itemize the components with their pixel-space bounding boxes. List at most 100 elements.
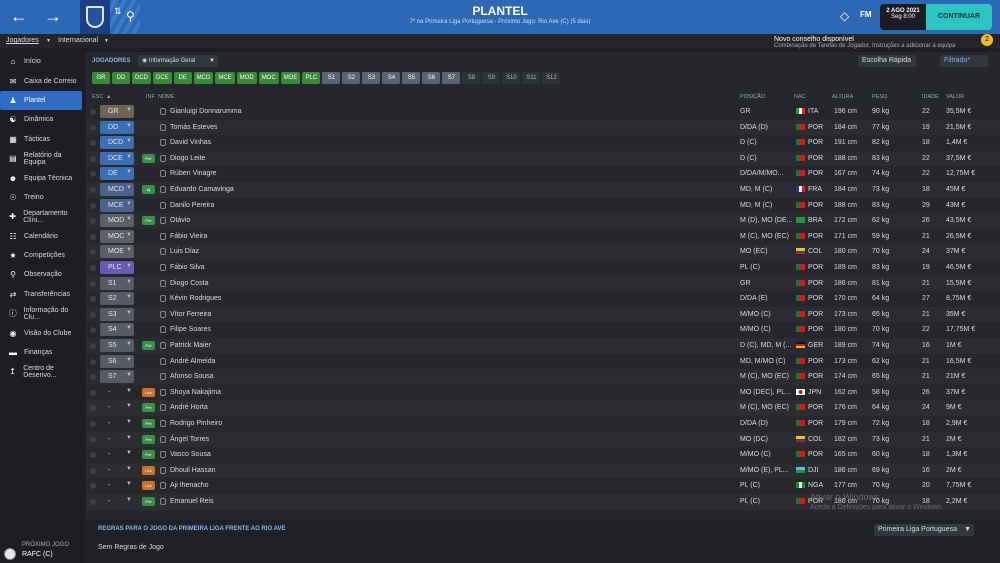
table-row[interactable]: - ▼ Lés Shoya Nakajima MO (DEC), PL... JPN 162…	[86, 384, 1000, 401]
player-name[interactable]: Rodrigo Pinheiro	[170, 420, 222, 427]
chevron-down-icon[interactable]: ▼	[126, 107, 132, 113]
competition-select[interactable]: Primeira Liga Portuguesa ▼	[874, 524, 974, 536]
chevron-down-icon[interactable]: ▼	[126, 325, 132, 331]
player-name[interactable]: David Vinhas	[170, 139, 211, 146]
player-name[interactable]: Gianluigi Donnarumma	[170, 108, 242, 115]
table-row[interactable]: GR ▼ Gianluigi Donnarumma GR ITA 196 cm 90 kg 2…	[86, 104, 1000, 120]
table-row[interactable]: - ▼ Pré Vasco Sousa M/MO (C) POR 165 cm 60 kg 18…	[86, 447, 1000, 463]
player-name[interactable]: Fábio Vieira	[170, 233, 207, 240]
status-badge[interactable]: Pré	[142, 341, 155, 350]
sidebar-item-caixa-correio[interactable]: ✉ Caixa de Correio	[0, 71, 84, 90]
select-checkbox[interactable]	[90, 249, 96, 256]
tab-jogadores[interactable]: Jogadores	[6, 37, 39, 44]
table-row[interactable]: MCE ▼ Danilo Pereira MD, M (C) POR 188 cm 83 k…	[86, 197, 1000, 214]
chevron-down-icon[interactable]: ▼	[126, 403, 132, 409]
player-name[interactable]: Danilo Pereira	[170, 202, 214, 209]
player-name[interactable]: Diogo Costa	[170, 280, 209, 287]
chip-s4[interactable]: S4	[382, 72, 401, 84]
select-checkbox[interactable]	[90, 140, 96, 147]
status-badge[interactable]: Pré	[142, 216, 155, 226]
table-row[interactable]: DCD ▼ David Vinhas D (C) POR 191 cm 82 kg 18 1,4…	[86, 135, 1000, 151]
col-name[interactable]: NOME	[158, 94, 175, 100]
quick-pick-button[interactable]: Escolha Rápida	[858, 55, 916, 67]
select-checkbox[interactable]	[90, 452, 96, 459]
select-checkbox[interactable]	[90, 109, 96, 115]
chip-gr[interactable]: GR	[92, 72, 110, 84]
select-checkbox[interactable]	[90, 171, 96, 178]
table-row[interactable]: S6 ▼ André Almeida MD, M/MO (C) POR 173 cm 62 …	[86, 353, 1000, 370]
chevron-down-icon[interactable]: ▼	[126, 466, 132, 472]
table-row[interactable]: S4 ▼ Filipe Soares M/MO (C) POR 180 cm 70 kg 22…	[86, 322, 1000, 338]
col-inf[interactable]: INF	[146, 94, 155, 100]
col-age[interactable]: IDADE	[922, 94, 939, 100]
chevron-down-icon[interactable]: ▼	[126, 388, 132, 394]
chip-s9[interactable]: S9	[482, 72, 501, 84]
view-selector[interactable]: ◉ Informação Geral ▼	[138, 55, 218, 67]
chevron-down-icon[interactable]: ▼	[126, 185, 132, 191]
chip-s1[interactable]: S1	[322, 72, 341, 84]
chip-plc[interactable]: PLC	[302, 72, 321, 84]
table-row[interactable]: - ▼ Pré André Horta M (C), MO (EC) POR 176 cm 6…	[86, 400, 1000, 416]
chip-s8[interactable]: S8	[462, 72, 481, 84]
sidebar-item-treino[interactable]: ☉ Treino	[0, 188, 84, 207]
chevron-down-icon[interactable]: ▼	[126, 450, 132, 456]
player-name[interactable]: Filipe Soares	[170, 326, 211, 333]
select-checkbox[interactable]	[90, 187, 96, 193]
player-name[interactable]: Kévin Rodrigues	[170, 295, 221, 302]
select-checkbox[interactable]	[90, 124, 96, 131]
player-name[interactable]: Eduardo Camavinga	[170, 186, 234, 193]
select-checkbox[interactable]	[90, 343, 96, 349]
fm-logo[interactable]: FM	[860, 10, 872, 19]
player-name[interactable]: Vítor Ferreira	[170, 311, 211, 318]
status-badge[interactable]: Pré	[142, 153, 155, 163]
chip-s3[interactable]: S3	[362, 72, 381, 84]
table-row[interactable]: PLC ▼ Fábio Silva PL (C) POR 189 cm 83 kg 19 46,…	[86, 260, 1000, 276]
status-badge[interactable]: Pré	[142, 497, 155, 506]
chevron-down-icon[interactable]: ▼	[126, 419, 132, 425]
sidebar-item-inicio[interactable]: ⌂ Início	[0, 52, 84, 71]
player-name[interactable]: Ángel Torres	[170, 436, 209, 443]
select-checkbox[interactable]	[90, 233, 96, 240]
select-checkbox[interactable]	[90, 358, 96, 365]
select-checkbox[interactable]	[90, 218, 96, 225]
player-name[interactable]: Patrick Maier	[170, 342, 211, 349]
status-badge[interactable]: Lés	[142, 481, 155, 491]
select-checkbox[interactable]	[90, 421, 96, 427]
sidebar-item-visao-clube[interactable]: ◉ Visão do Clube	[0, 323, 84, 342]
chip-dcd[interactable]: DCD	[132, 72, 151, 84]
chevron-down-icon[interactable]: ▼	[126, 372, 132, 378]
col-value[interactable]: VALOR	[946, 94, 964, 100]
chevron-down-icon[interactable]: ▼	[126, 357, 132, 363]
chip-s2[interactable]: S2	[342, 72, 361, 84]
chip-dd[interactable]: DD	[112, 72, 130, 84]
player-name[interactable]: Diogo Leite	[170, 155, 205, 162]
player-name[interactable]: Luis Díaz	[170, 248, 199, 255]
table-row[interactable]: MCD ▼ Aj Eduardo Camavinga MD, M (C) FRA 184 c…	[86, 182, 1000, 198]
player-name[interactable]: Emanuel Reis	[170, 498, 214, 505]
chevron-down-icon[interactable]: ▼	[126, 279, 132, 285]
sidebar-item-calendario[interactable]: ☷ Calendário	[0, 227, 84, 246]
table-row[interactable]: - ▼ Pré Ángel Torres MO (DC) COL 182 cm 73 kg 21…	[86, 431, 1000, 448]
chip-s10[interactable]: S10	[502, 72, 521, 84]
player-name[interactable]: Aji Ihenacho	[170, 482, 209, 489]
sidebar-item-relatorio-equipa[interactable]: ▤ Relatório da Equipa	[0, 149, 84, 168]
switch-club-icon[interactable]: ⇅	[114, 6, 122, 17]
table-row[interactable]: - ▼ Pré Rodrigo Pinheiro D/DA (D) POR 179 cm 72…	[86, 416, 1000, 432]
player-name[interactable]: Vasco Sousa	[170, 451, 211, 458]
select-checkbox[interactable]	[90, 311, 96, 318]
select-checkbox[interactable]	[90, 467, 96, 474]
status-badge[interactable]: Aj	[142, 185, 155, 194]
status-badge[interactable]: Pré	[142, 403, 155, 413]
continue-button[interactable]: CONTINUAR	[926, 4, 992, 30]
table-row[interactable]: S2 ▼ Kévin Rodrigues D/DA (E) POR 170 cm 64 kg…	[86, 291, 1000, 307]
select-checkbox[interactable]	[90, 265, 96, 271]
select-checkbox[interactable]	[90, 483, 96, 490]
sidebar-item-departamento-clinico[interactable]: ✚ Departamento Clíni...	[0, 207, 84, 226]
chevron-down-icon[interactable]: ▼	[126, 154, 132, 160]
player-name[interactable]: Shoya Nakajima	[170, 389, 221, 396]
chevron-down-icon[interactable]: ▼	[126, 201, 132, 207]
table-row[interactable]: S1 ▼ Diogo Costa GR POR 186 cm 81 kg 21 15,5M €	[86, 275, 1000, 292]
sidebar-item-observacao[interactable]: ⚲ Observação	[0, 265, 84, 284]
chip-mod[interactable]: MOD	[236, 72, 257, 84]
club-crest[interactable]	[80, 0, 110, 34]
